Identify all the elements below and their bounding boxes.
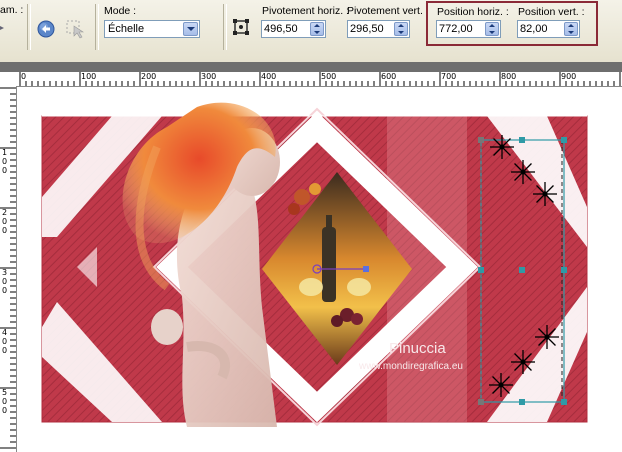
- ruler-label: 1 0 0: [2, 148, 8, 175]
- ruler-label: 200: [141, 72, 157, 81]
- ruler-label: 800: [501, 72, 517, 81]
- pivot-v-field[interactable]: [347, 20, 410, 38]
- ruler-label: 900: [561, 72, 577, 81]
- mode-select[interactable]: Échelle: [104, 20, 200, 38]
- ruler-label: 100: [81, 72, 97, 81]
- toolbar-separator: [27, 4, 31, 50]
- ruler-label: 300: [201, 72, 217, 81]
- ruler-label: 2 0 0: [2, 208, 8, 235]
- pos-h-field[interactable]: [436, 20, 501, 38]
- pivot-h-input[interactable]: [264, 21, 307, 37]
- pos-v-field[interactable]: [517, 20, 580, 38]
- ruler-label: 3 0 0: [2, 268, 8, 295]
- pivot-v-label: Pivotement vert. :: [347, 5, 429, 17]
- mode-value: Échelle: [108, 23, 145, 35]
- vertical-ruler[interactable]: 1 0 0 2 0 0 3 0 0 4 0 0 5 0 0: [0, 86, 17, 452]
- ruler-label: 0: [21, 72, 27, 81]
- pivot-v-input[interactable]: [350, 21, 391, 37]
- pos-v-input[interactable]: [520, 21, 561, 37]
- ruler-label: 500: [321, 72, 337, 81]
- horizontal-ruler[interactable]: 0 100 200 300 400 500 600 700 800 900: [0, 72, 622, 87]
- pivot-icon[interactable]: [231, 17, 253, 39]
- toolbar-separator: [95, 4, 99, 50]
- watermark-text: Pinuccia: [389, 340, 446, 357]
- pivot-h-field[interactable]: [261, 20, 326, 38]
- ruler-label: 600: [381, 72, 397, 81]
- artwork: Pinuccia www.mondiregrafica.eu: [41, 102, 588, 427]
- chevron-down-icon[interactable]: [183, 22, 198, 36]
- pos-h-input[interactable]: [439, 21, 482, 37]
- pos-v-label: Position vert. :: [518, 6, 585, 18]
- pick-tool-icon[interactable]: [64, 18, 86, 40]
- pivot-h-label: Pivotement horiz. :: [262, 5, 349, 17]
- ruler-label: 5 0 0: [2, 388, 8, 415]
- ruler-label: 700: [441, 72, 457, 81]
- workspace: 0 100 200 300 400 500 600 700 800 900 1 …: [0, 62, 622, 452]
- spinner-icon[interactable]: [310, 22, 324, 36]
- tool-options-toolbar: am. : Mode : Échelle Pivotement horiz.:…: [0, 0, 622, 63]
- preset-label: am. :: [0, 4, 24, 16]
- ruler-label: 400: [261, 72, 277, 81]
- spinner-icon[interactable]: [394, 22, 408, 36]
- reset-icon[interactable]: [35, 18, 57, 40]
- watermark-url: www.mondiregrafica.eu: [358, 361, 463, 372]
- ruler-label: 4 0 0: [2, 328, 8, 355]
- pos-h-label: Position horiz. :: [437, 6, 509, 18]
- spinner-icon[interactable]: [564, 22, 578, 36]
- toolbar-separator: [223, 4, 227, 50]
- spinner-icon[interactable]: [485, 22, 499, 36]
- preset-icon[interactable]: [0, 18, 16, 40]
- image-canvas[interactable]: Pinuccia www.mondiregrafica.eu: [17, 87, 622, 452]
- mode-label: Mode :: [104, 5, 137, 17]
